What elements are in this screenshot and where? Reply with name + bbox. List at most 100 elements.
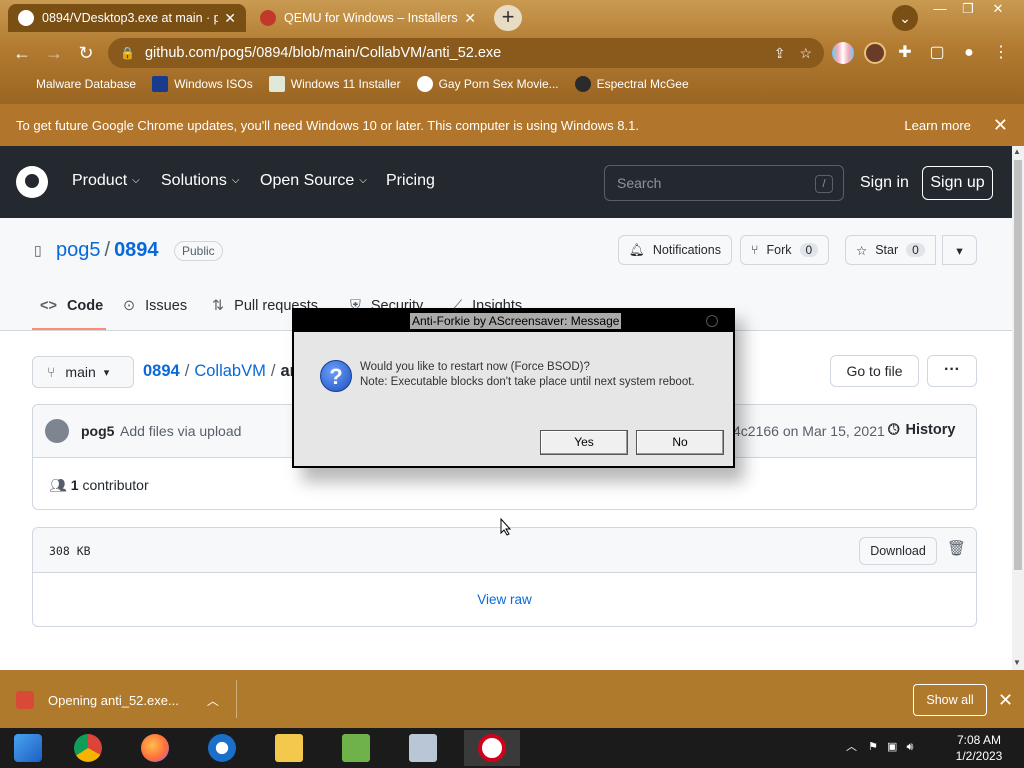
bookmark-star-icon[interactable]: ☆ <box>799 45 812 62</box>
clock[interactable]: 7:08 AM 1/2/2023 <box>948 732 1010 764</box>
network-tray-icon[interactable]: ▣ <box>887 741 897 753</box>
extensions-puzzle-icon[interactable]: ✚ <box>892 40 918 66</box>
volume-icon[interactable]: 🔊︎ <box>906 741 913 753</box>
restore-button[interactable]: ❐ <box>954 0 982 18</box>
bookmark-item[interactable]: Gay Porn Sex Movie... <box>416 76 559 92</box>
bookmark-item[interactable]: Malware Database <box>14 76 136 92</box>
taskbar-firefox[interactable] <box>127 730 183 766</box>
view-raw-link[interactable]: View raw <box>33 592 976 607</box>
history-link[interactable]: 🕓︎ History <box>888 422 955 438</box>
nav-product[interactable]: Product ⌵ <box>72 172 140 190</box>
flag-icon[interactable]: ⚑ <box>868 741 878 753</box>
taskbar-monitor[interactable] <box>395 730 451 766</box>
chrome-icon <box>74 734 102 762</box>
tray-chevron-icon[interactable]: ︿ <box>846 741 857 753</box>
tab-issues[interactable]: ⊙ Issues <box>123 298 187 314</box>
back-arrow-icon[interactable]: ← <box>9 40 35 66</box>
image-icon <box>268 76 285 92</box>
no-button[interactable]: No <box>636 430 724 455</box>
go-to-file-button[interactable]: Go to file <box>830 355 919 387</box>
share-icon[interactable]: ⇪ <box>774 45 786 62</box>
notifications-button[interactable]: 🔔︎ Notifications <box>618 235 732 265</box>
pull-request-icon: ⇅ <box>212 298 225 314</box>
caret-down-icon: ▾ <box>956 243 963 258</box>
dialog-titlebar[interactable]: Anti-Forkie by AScreensaver: Message <box>294 310 733 332</box>
breadcrumb-folder[interactable]: CollabVM <box>194 362 266 380</box>
taskbar-chrome[interactable] <box>60 730 116 766</box>
nav-pricing[interactable]: Pricing <box>386 172 435 190</box>
close-window-button[interactable]: ✕ <box>984 0 1012 18</box>
repo-name-link[interactable]: 0894 <box>114 239 159 261</box>
profile-icon[interactable]: ● <box>956 40 982 66</box>
more-options-button[interactable]: ··· <box>927 355 977 387</box>
minimize-button[interactable]: — <box>926 0 954 18</box>
tab-code[interactable]: <> Code <box>40 298 103 314</box>
contributors[interactable]: 👥︎ 1 contributor <box>49 477 149 494</box>
active-tab-underline <box>32 328 106 330</box>
side-panel-icon[interactable]: ▢ <box>924 40 950 66</box>
extension-avatar-icon[interactable] <box>864 42 886 64</box>
globe-icon <box>416 76 433 92</box>
commit-author[interactable]: pog5 <box>81 423 114 439</box>
download-button[interactable]: Download <box>859 537 937 565</box>
qemu-favicon-icon <box>260 10 276 26</box>
tab-qemu[interactable]: QEMU for Windows – Installers ( ✕ <box>250 4 486 32</box>
repo-icon: ▯ <box>34 242 42 258</box>
scrollbar-thumb[interactable] <box>1014 160 1022 570</box>
firefox-icon <box>141 734 169 762</box>
bell-icon: 🔔︎ <box>629 242 645 257</box>
search-input[interactable]: Search / <box>604 165 844 201</box>
taskbar-anti-forkie[interactable] <box>464 730 520 766</box>
dialog-close-icon[interactable] <box>706 315 718 327</box>
breadcrumb-root[interactable]: 0894 <box>143 362 180 380</box>
scroll-up-icon[interactable]: ▲ <box>1013 147 1021 156</box>
star-dropdown-button[interactable]: ▾ <box>942 235 977 265</box>
star-button[interactable]: ☆ Star 0 <box>845 235 936 265</box>
extension-flag-icon[interactable] <box>832 42 854 64</box>
branch-select[interactable]: ⑂ main ▾ <box>32 356 134 388</box>
bookmark-item[interactable]: Espectral McGee <box>574 76 689 92</box>
avatar[interactable] <box>45 419 69 443</box>
taskbar-network[interactable] <box>328 730 384 766</box>
tab-search-chevron-icon[interactable]: ⌄ <box>892 5 918 31</box>
commit-message[interactable]: Add files via upload <box>120 423 241 439</box>
system-tray[interactable]: ︿ ⚑ ▣ 🔊︎ <box>846 738 913 754</box>
address-bar[interactable]: 🔒 github.com/pog5/0894/blob/main/CollabV… <box>108 38 824 68</box>
bookmark-item[interactable]: Windows ISOs <box>152 76 253 92</box>
repo-owner-link[interactable]: pog5 <box>56 239 101 261</box>
tab-github[interactable]: 0894/VDesktop3.exe at main · po ✕ <box>8 4 246 32</box>
commit-meta[interactable]: 4c2166 on Mar 15, 2021 <box>733 423 885 439</box>
github-header: Product ⌵ Solutions ⌵ Open Source ⌵ Pricing… <box>0 146 1012 218</box>
bookmark-item[interactable]: Windows 11 Installer <box>268 76 401 92</box>
nav-solutions[interactable]: Solutions ⌵ <box>161 172 239 190</box>
show-all-button[interactable]: Show all <box>913 684 987 716</box>
download-item[interactable]: Opening anti_52.exe... ︿ <box>16 684 238 716</box>
nav-open-source[interactable]: Open Source ⌵ <box>260 172 367 190</box>
star-icon: ☆ <box>856 243 868 258</box>
chevron-up-icon[interactable]: ︿ <box>207 692 219 709</box>
taskbar-explorer[interactable] <box>261 730 317 766</box>
infobar-close-icon[interactable]: ✕ <box>993 115 1008 136</box>
tab-close-icon[interactable]: ✕ <box>464 10 476 27</box>
tab-close-icon[interactable]: ✕ <box>224 10 236 27</box>
start-button[interactable] <box>0 730 56 766</box>
trash-icon[interactable]: 🗑︎ <box>947 539 966 557</box>
forward-arrow-icon[interactable]: → <box>41 40 67 66</box>
reload-icon[interactable]: ↻ <box>73 40 99 66</box>
vertical-scrollbar[interactable]: ▲ ▼ <box>1012 146 1024 670</box>
prohibited-icon <box>478 734 506 762</box>
scroll-down-icon[interactable]: ▼ <box>1013 658 1021 667</box>
yes-button[interactable]: Yes <box>540 430 628 455</box>
shelf-close-icon[interactable]: ✕ <box>998 690 1013 711</box>
taskbar-app[interactable] <box>194 730 250 766</box>
fork-button[interactable]: ⑂ Fork 0 <box>740 235 830 265</box>
message-dialog: Anti-Forkie by AScreensaver: Message ? W… <box>292 308 735 468</box>
learn-more-link[interactable]: Learn more <box>904 118 970 133</box>
sign-in-link[interactable]: Sign in <box>860 174 909 192</box>
github-logo-icon[interactable] <box>16 166 48 198</box>
chevron-down-icon: ⌵ <box>359 175 367 186</box>
sign-up-button[interactable]: Sign up <box>922 166 993 200</box>
issue-circle-icon: ⊙ <box>123 298 136 314</box>
menu-dots-icon[interactable]: ⋮ <box>988 40 1014 66</box>
new-tab-button[interactable]: + <box>494 5 522 31</box>
